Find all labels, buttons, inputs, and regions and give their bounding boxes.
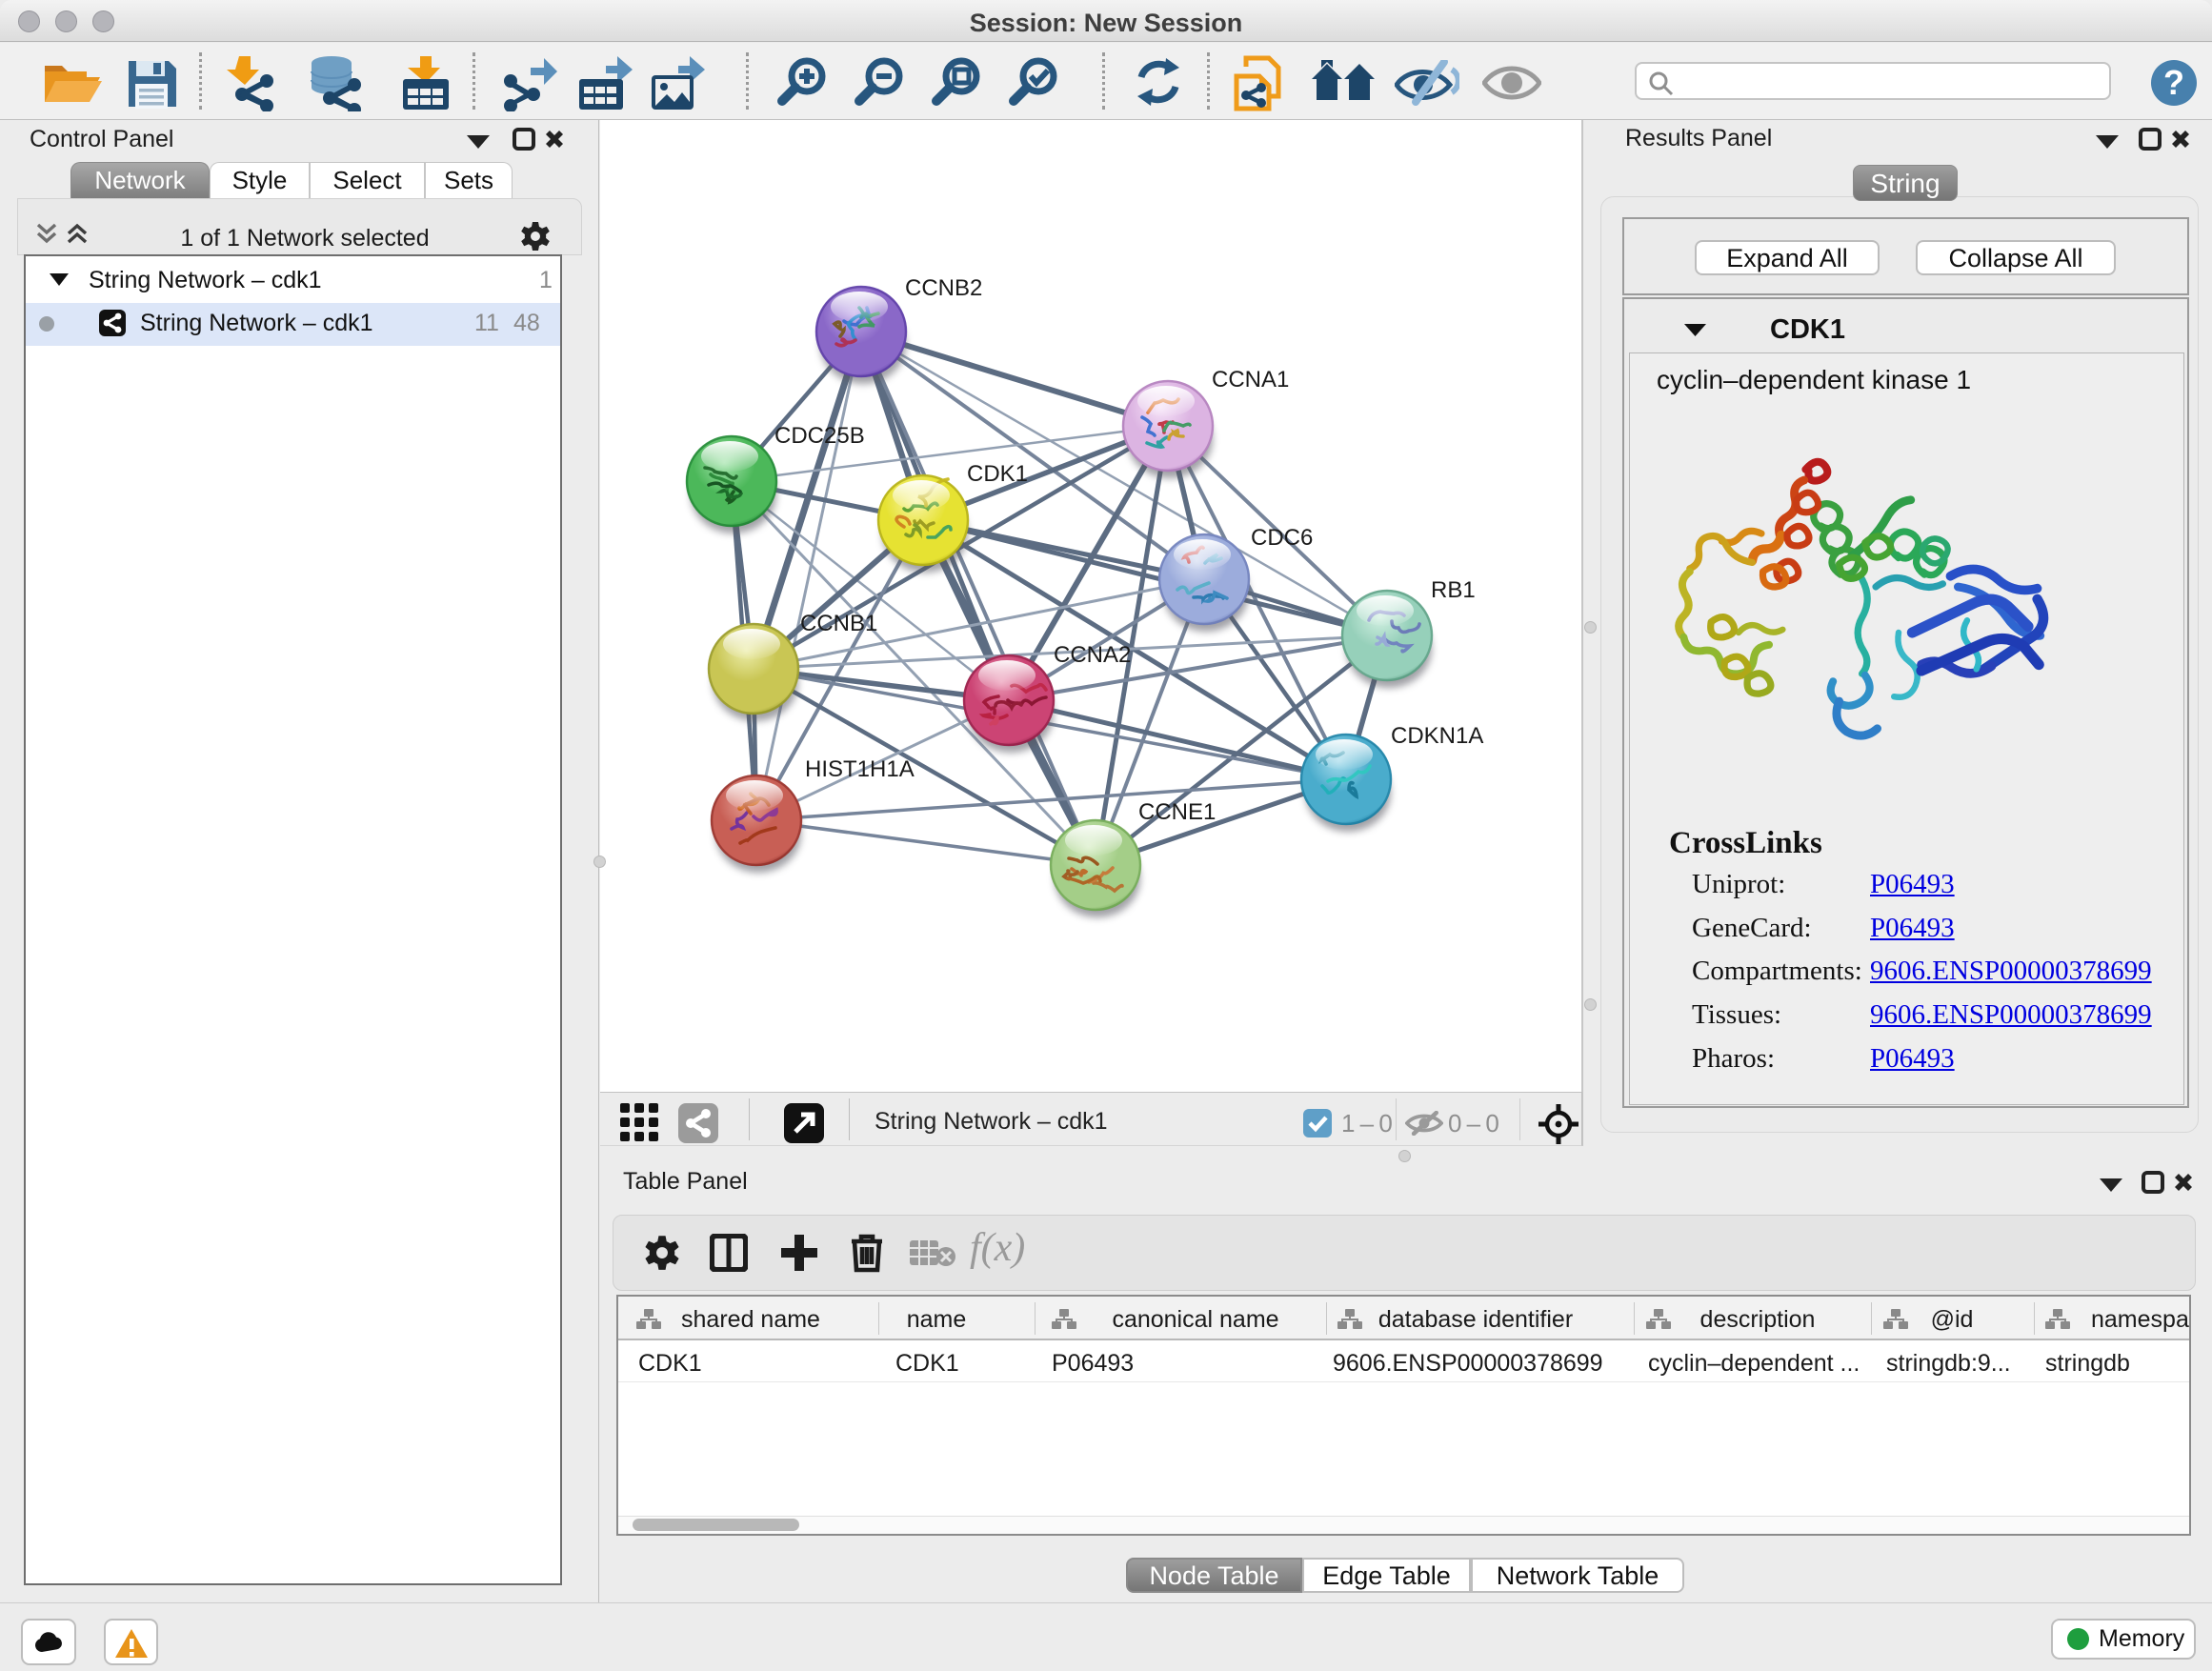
- svg-text:RB1: RB1: [1431, 577, 1476, 603]
- svg-text:CDC25B: CDC25B: [774, 423, 865, 449]
- svg-text:CDK1: CDK1: [967, 461, 1028, 487]
- svg-text:CCNE1: CCNE1: [1138, 799, 1216, 825]
- svg-text:CCNA1: CCNA1: [1212, 367, 1289, 393]
- svg-text:CDC6: CDC6: [1251, 525, 1313, 551]
- svg-text:HIST1H1A: HIST1H1A: [805, 756, 915, 782]
- svg-text:CDKN1A: CDKN1A: [1391, 723, 1483, 749]
- svg-text:CCNB2: CCNB2: [905, 275, 982, 301]
- svg-text:CCNB1: CCNB1: [800, 611, 877, 636]
- svg-text:CCNA2: CCNA2: [1054, 642, 1131, 668]
